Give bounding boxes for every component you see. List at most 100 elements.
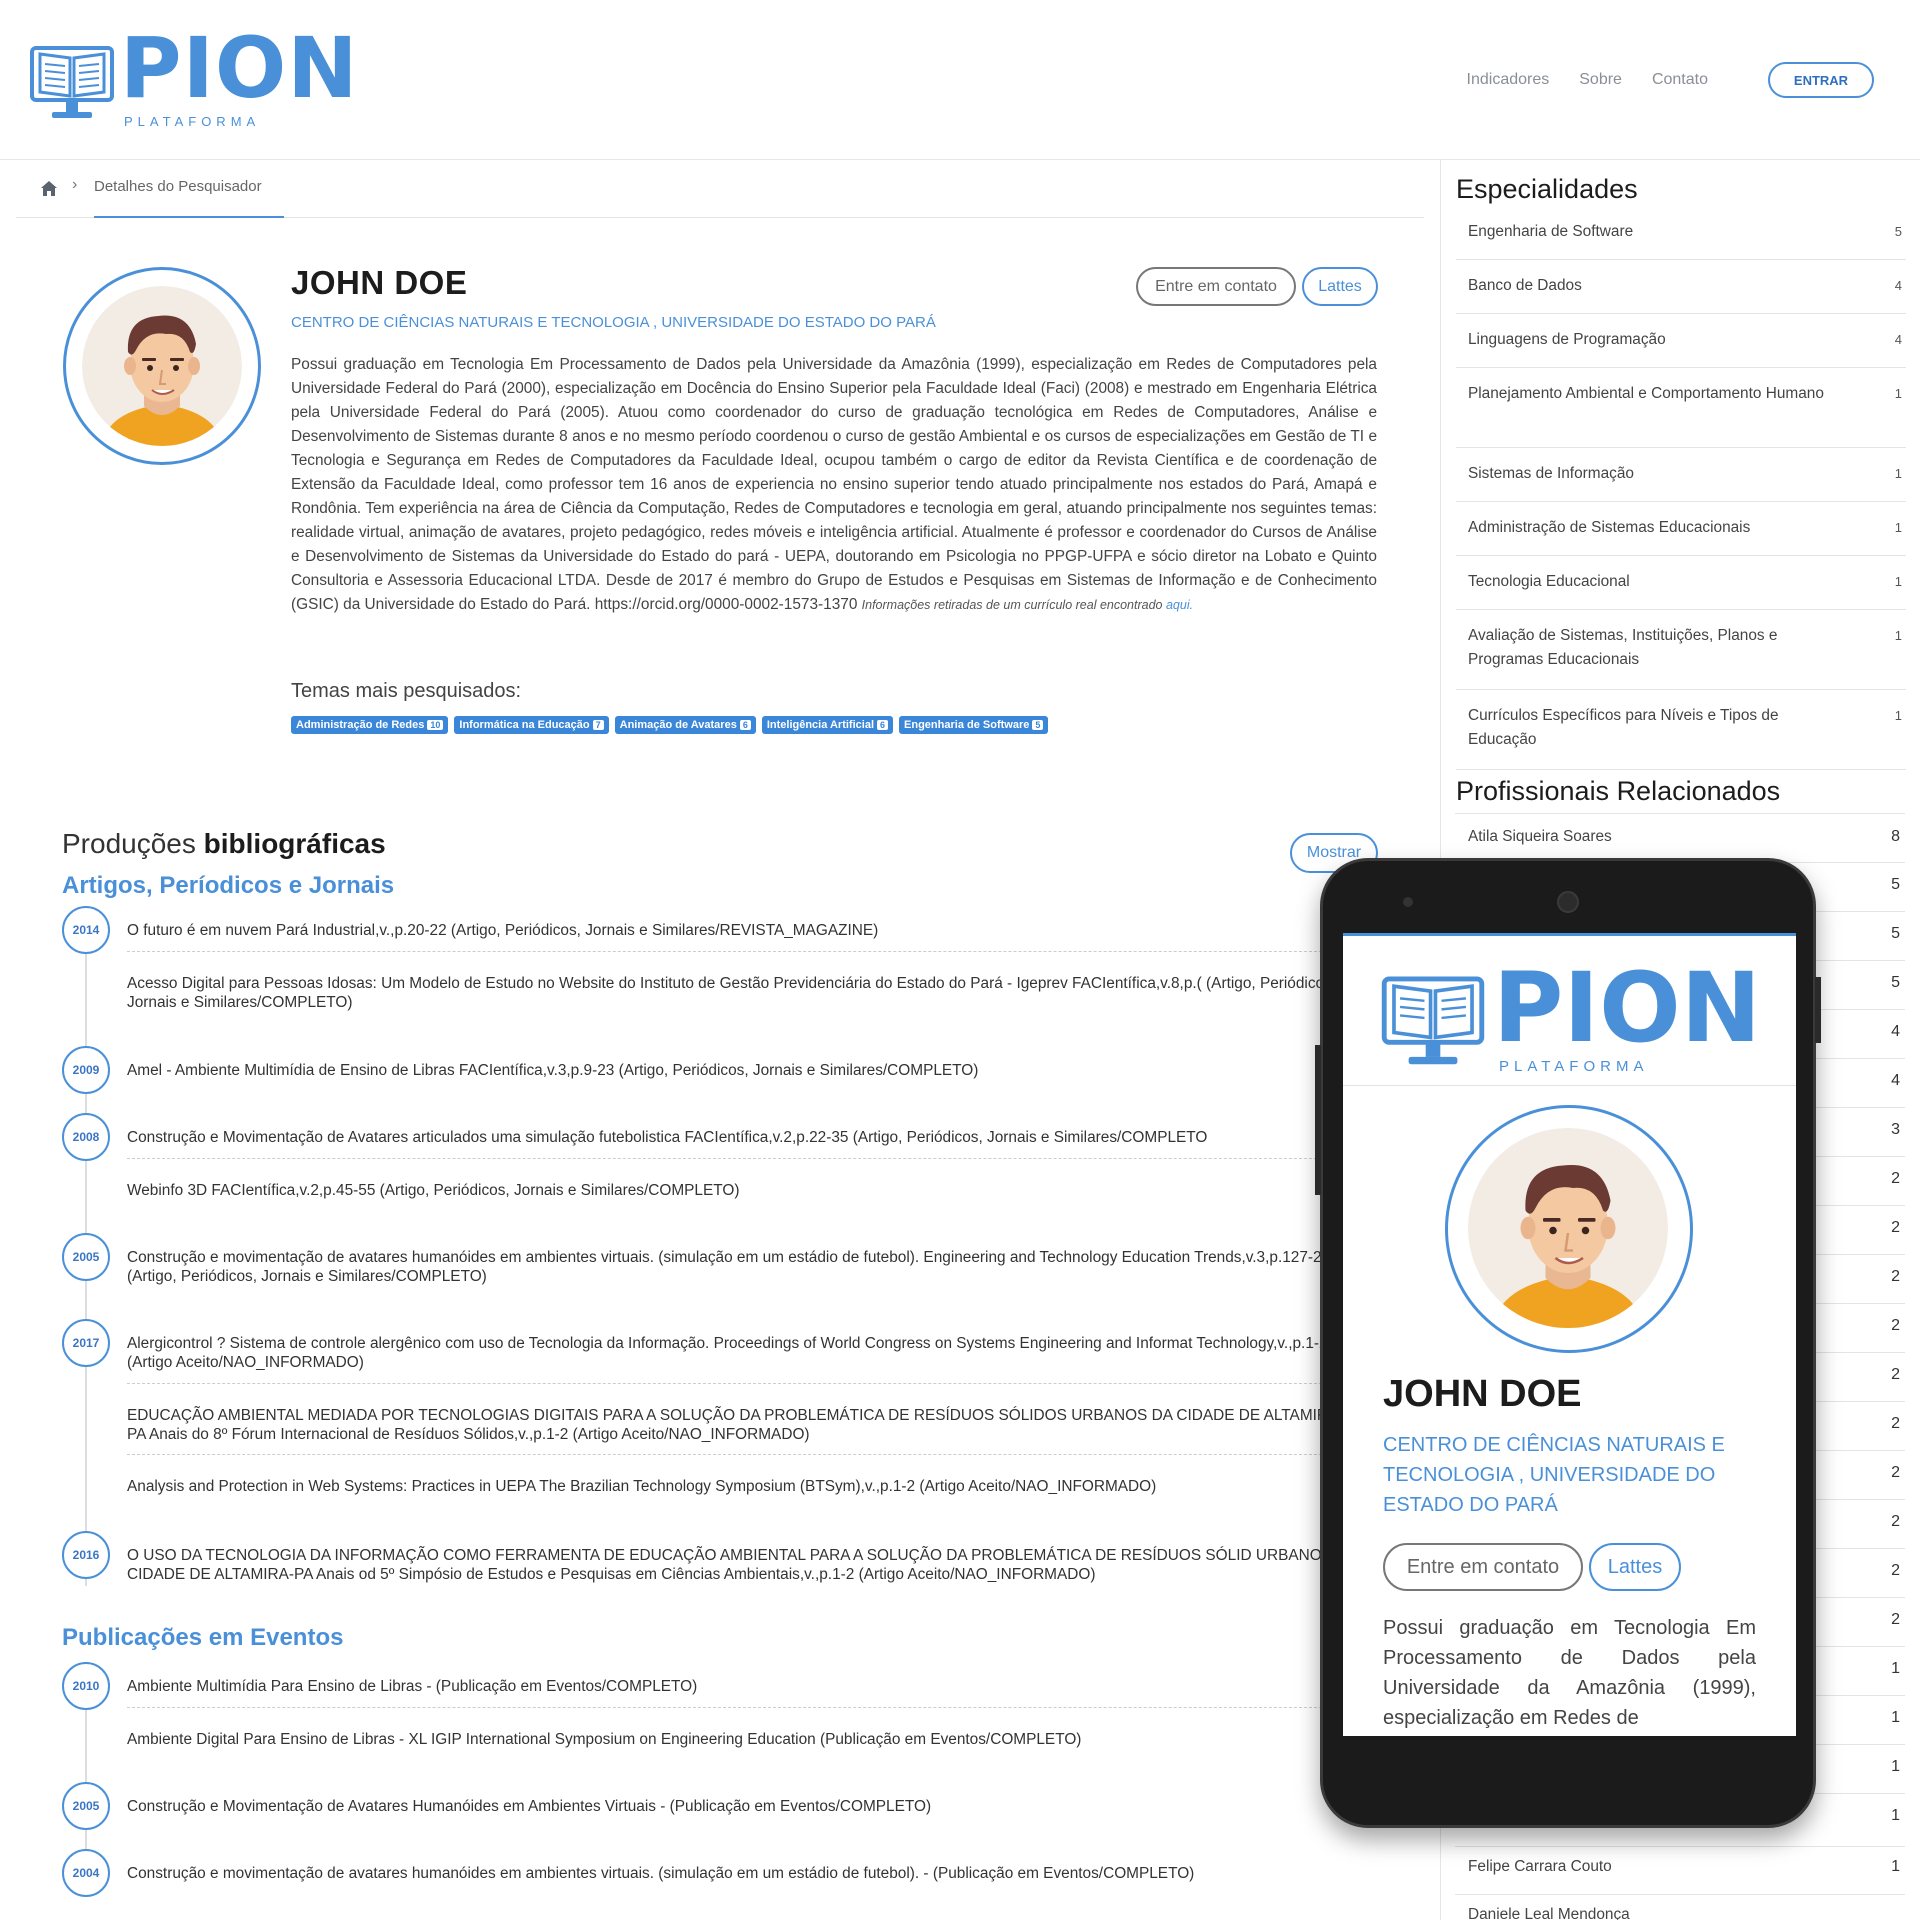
breadcrumb-current[interactable]: Detalhes do Pesquisador: [94, 178, 262, 195]
item-separator: [127, 1707, 1357, 1708]
year-badge: 2016: [62, 1531, 110, 1579]
nav-indicadores[interactable]: Indicadores: [1467, 71, 1550, 89]
lattes-button[interactable]: Lattes: [1302, 267, 1378, 306]
breadcrumb-active-underline: [94, 216, 284, 218]
related-count: 1: [1891, 1858, 1900, 1875]
specialty-item[interactable]: Tecnologia Educacional 1: [1456, 556, 1906, 610]
avatar-illustration: [82, 286, 242, 446]
specialty-item[interactable]: Engenharia de Software 5: [1456, 206, 1906, 260]
nav-contato[interactable]: Contato: [1652, 71, 1708, 89]
themes-title: Temas mais pesquisados:: [291, 680, 522, 702]
mobile-researcher-affiliation[interactable]: CENTRO DE CIÊNCIAS NATURAIS E TECNOLOGIA…: [1383, 1430, 1753, 1520]
specialty-item[interactable]: Sistemas de Informação 1: [1456, 448, 1906, 502]
specialty-count: 4: [1894, 332, 1902, 347]
related-count: 2: [1891, 1562, 1900, 1579]
year-badge: 2010: [62, 1662, 110, 1710]
bio-text: Possui graduação em Tecnologia Em Proces…: [291, 356, 1377, 613]
theme-tag-count: 7: [592, 720, 604, 730]
phone-side-button: [1315, 1045, 1321, 1195]
bio-source-link[interactable]: aqui.: [1166, 598, 1193, 612]
theme-tag[interactable]: Administração de Redes 10: [291, 716, 449, 734]
related-count: 2: [1891, 1170, 1900, 1187]
mobile-researcher-name: JOHN DOE: [1383, 1373, 1582, 1415]
publication-text[interactable]: Webinfo 3D FACIentífica,v.2,p.45-55 (Art…: [127, 1181, 1357, 1200]
publication-text[interactable]: Acesso Digital para Pessoas Idosas: Um M…: [127, 974, 1357, 1012]
mobile-lattes-button[interactable]: Lattes: [1589, 1543, 1681, 1591]
publication-text[interactable]: Ambiente Digital Para Ensino de Libras -…: [127, 1730, 1357, 1749]
theme-tag-label: Administração de Redes: [296, 719, 425, 731]
mobile-logo-wordmark: PION: [1493, 952, 1762, 1064]
theme-tag[interactable]: Inteligência Artificial 6: [761, 716, 894, 734]
theme-tag[interactable]: Informática na Educação 7: [454, 716, 609, 734]
publication-text[interactable]: Construção e movimentação de avatares hu…: [127, 1248, 1357, 1286]
theme-tags: Administração de Redes 10 Informática na …: [291, 716, 1049, 734]
events-section-title: Publicações em Eventos: [62, 1624, 344, 1651]
specialty-item[interactable]: Administração de Sistemas Educacionais 1: [1456, 502, 1906, 556]
year-badge: 2017: [62, 1319, 110, 1367]
publication-text[interactable]: Construção e Movimentação de Avatares ar…: [127, 1128, 1357, 1147]
theme-tag[interactable]: Engenharia de Software 5: [899, 716, 1049, 734]
related-count: 4: [1891, 1023, 1900, 1040]
related-count: 2: [1891, 1611, 1900, 1628]
publication-text[interactable]: Ambiente Multimídia Para Ensino de Libra…: [127, 1677, 1357, 1696]
specialty-label: Currículos Específicos para Níveis e Tip…: [1468, 707, 1779, 748]
year-badge: 2008: [62, 1113, 110, 1161]
theme-tag-label: Inteligência Artificial: [766, 719, 875, 731]
phone-mockup: PION PLATAFORMA JOHN DOE CENTRO DE CIÊNC…: [1315, 858, 1821, 1828]
logo-subtitle: PLATAFORMA: [124, 114, 261, 129]
item-separator: [127, 1383, 1357, 1384]
book-monitor-logo-icon: [30, 46, 114, 118]
related-count: 2: [1891, 1366, 1900, 1383]
specialty-label: Sistemas de Informação: [1468, 465, 1634, 482]
specialty-item[interactable]: Banco de Dados 4: [1456, 260, 1906, 314]
related-count: 4: [1891, 1072, 1900, 1089]
avatar: [63, 267, 261, 465]
phone-screen: PION PLATAFORMA JOHN DOE CENTRO DE CIÊNC…: [1343, 933, 1796, 1736]
specialty-label: Avaliação de Sistemas, Instituições, Pla…: [1468, 627, 1778, 668]
mobile-avatar: [1445, 1105, 1693, 1353]
specialty-label: Administração de Sistemas Educacionais: [1468, 519, 1751, 536]
mobile-contact-button[interactable]: Entre em contato: [1383, 1543, 1583, 1591]
publication-text[interactable]: Amel - Ambiente Multimídia de Ensino de …: [127, 1061, 1357, 1080]
pion-logo[interactable]: PION PLATAFORMA: [30, 26, 358, 132]
publication-text[interactable]: Construção e Movimentação de Avatares Hu…: [127, 1797, 1357, 1816]
year-badge: 2005: [62, 1233, 110, 1281]
specialty-label: Banco de Dados: [1468, 277, 1582, 294]
publication-text[interactable]: O USO DA TECNOLOGIA DA INFORMAÇÃO COMO F…: [127, 1546, 1357, 1584]
specialty-count: 1: [1894, 628, 1902, 643]
productions-title-light: Produções: [62, 828, 196, 859]
year-badge: 2014: [62, 906, 110, 954]
specialty-item[interactable]: Planejamento Ambiental e Comportamento H…: [1456, 368, 1906, 448]
related-name[interactable]: Felipe Carrara Couto: [1468, 1858, 1612, 1876]
related-count: 1: [1891, 1807, 1900, 1824]
theme-tag[interactable]: Animação de Avatares 6: [614, 716, 756, 734]
specialty-label: Tecnologia Educacional: [1468, 573, 1630, 590]
home-icon[interactable]: [40, 180, 58, 198]
bio-note-text: Informações retiradas de um currículo re…: [861, 598, 1163, 612]
related-count: 1: [1891, 1660, 1900, 1677]
specialty-item[interactable]: Linguagens de Programação 4: [1456, 314, 1906, 368]
specialty-label: Planejamento Ambiental e Comportamento H…: [1468, 385, 1824, 402]
researcher-affiliation[interactable]: CENTRO DE CIÊNCIAS NATURAIS E TECNOLOGIA…: [291, 314, 936, 331]
related-name[interactable]: Atila Siqueira Soares: [1468, 828, 1612, 846]
publication-text[interactable]: Construção e movimentação de avatares hu…: [127, 1864, 1357, 1883]
publication-text[interactable]: EDUCAÇÃO AMBIENTAL MEDIADA POR TECNOLOGI…: [127, 1406, 1357, 1444]
specialty-item[interactable]: Currículos Específicos para Níveis e Tip…: [1456, 690, 1906, 770]
logo-wordmark: PION: [120, 19, 359, 117]
specialty-item[interactable]: Avaliação de Sistemas, Instituições, Pla…: [1456, 610, 1906, 690]
bio-source-note: Informações retiradas de um currículo re…: [862, 598, 1193, 612]
theme-tag-label: Engenharia de Software: [904, 719, 1030, 731]
nav-sobre[interactable]: Sobre: [1579, 71, 1622, 89]
phone-camera: [1403, 897, 1413, 907]
related-separator: [1455, 813, 1905, 814]
publication-text[interactable]: Alergicontrol ? Sistema de controle aler…: [127, 1334, 1357, 1372]
related-name[interactable]: Daniele Leal Mendonça: [1468, 1906, 1630, 1920]
publication-text[interactable]: Analysis and Protection in Web Systems: …: [127, 1477, 1357, 1496]
login-button[interactable]: ENTRAR: [1768, 62, 1874, 98]
item-separator: [127, 1454, 1357, 1455]
contact-button[interactable]: Entre em contato: [1136, 267, 1296, 306]
publication-text[interactable]: O futuro é em nuvem Pará Industrial,v.,p…: [127, 921, 1357, 940]
related-title: Profissionais Relacionados: [1456, 776, 1781, 806]
phone-power-button: [1815, 977, 1821, 1043]
related-count: 2: [1891, 1317, 1900, 1334]
